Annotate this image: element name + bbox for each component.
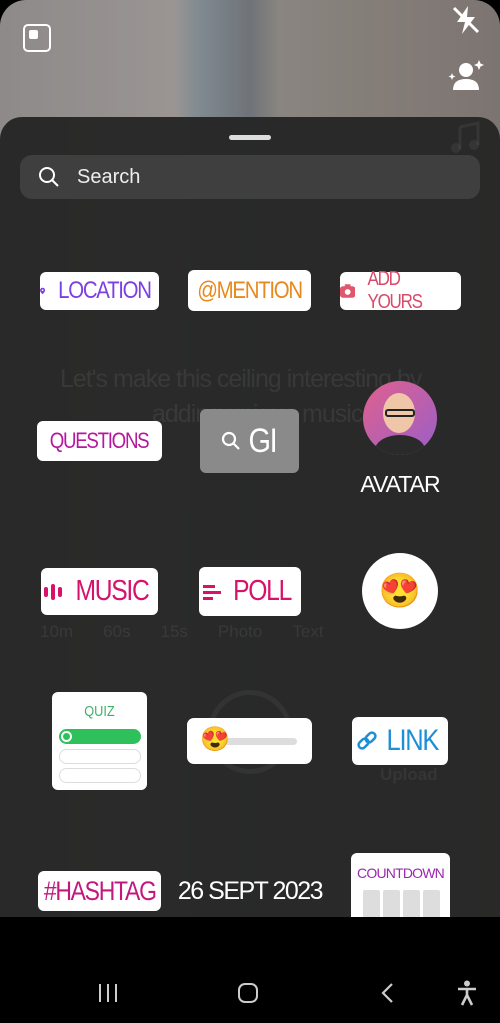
location-pin-icon <box>40 287 46 295</box>
countdown-sticker[interactable]: COUNTDOWN <box>351 853 450 917</box>
quiz-sticker[interactable]: QUIZ <box>52 692 147 790</box>
avatar-glasses <box>385 409 415 417</box>
system-nav-bar <box>0 917 500 1023</box>
location-sticker[interactable]: LOCATION <box>40 272 159 310</box>
questions-sticker[interactable]: QUESTIONS <box>37 421 162 461</box>
poll-lines-icon <box>203 584 222 600</box>
poll-label: POLL <box>233 575 293 607</box>
accessibility-icon[interactable] <box>456 980 478 1006</box>
link-icon <box>357 731 377 750</box>
sticker-tray: Let's make this ceiling interesting by a… <box>0 117 500 917</box>
home-icon[interactable] <box>238 983 258 1003</box>
search-input[interactable]: Search <box>20 155 480 199</box>
date-sticker[interactable]: 26 SEPT 2023 <box>170 877 330 906</box>
check-icon <box>61 731 72 742</box>
poll-sticker[interactable]: POLL <box>199 567 301 616</box>
gif-sticker[interactable]: GI <box>200 409 299 473</box>
mention-label: @MENTION <box>197 276 303 304</box>
mode: Text <box>292 622 324 641</box>
questions-label: QUESTIONS <box>50 428 150 453</box>
search-icon <box>39 167 59 187</box>
camera-icon <box>340 284 356 298</box>
music-bars-icon <box>44 583 63 600</box>
back-icon[interactable] <box>380 982 396 1004</box>
hashtag-sticker[interactable]: #HASHTAG <box>38 871 161 911</box>
gif-label: GI <box>248 421 277 460</box>
emoji-slider-sticker[interactable]: 😍 <box>187 718 312 764</box>
avatar-sticker[interactable] <box>363 381 437 455</box>
music-note-icon <box>451 121 480 153</box>
avatar-body <box>375 435 425 455</box>
background-modes: 10m 60s 15s Photo Text <box>40 622 324 642</box>
mode: Photo <box>217 622 263 641</box>
quiz-correct-option <box>59 729 141 744</box>
add-person-sparkle-icon[interactable] <box>448 58 484 94</box>
flash-off-icon[interactable] <box>450 4 482 36</box>
gallery-square-icon[interactable] <box>23 24 51 52</box>
mention-sticker[interactable]: @MENTION <box>188 270 311 311</box>
slider-emoji-handle: 😍 <box>200 726 230 753</box>
mode: 10m <box>40 622 74 641</box>
add-yours-label: ADD YOURS <box>367 268 423 313</box>
music-label: MUSIC <box>75 575 149 607</box>
link-label: LINK <box>386 724 440 757</box>
background-upload: Upload <box>380 765 438 784</box>
quiz-option <box>59 749 141 764</box>
avatar-label: AVATAR <box>360 471 440 497</box>
location-label: LOCATION <box>58 277 152 304</box>
search-icon <box>221 431 240 450</box>
countdown-digits <box>363 890 440 917</box>
search-placeholder: Search <box>77 165 141 188</box>
link-sticker[interactable]: LINK <box>352 717 448 765</box>
countdown-label: COUNTDOWN <box>357 865 445 881</box>
hashtag-label: #HASHTAG <box>43 875 157 906</box>
emoji-reaction-sticker[interactable]: 😍 <box>362 553 438 629</box>
quiz-label: QUIZ <box>84 703 115 720</box>
quiz-option <box>59 768 141 783</box>
drag-handle[interactable] <box>229 135 271 140</box>
add-yours-sticker[interactable]: ADD YOURS <box>340 268 461 313</box>
recents-icon[interactable] <box>97 982 119 1004</box>
music-sticker[interactable]: MUSIC <box>41 568 158 615</box>
background-caption: Let's make this ceiling interesting by <box>60 365 422 393</box>
mode: 60s <box>103 622 131 641</box>
heart-eyes-emoji: 😍 <box>378 572 422 610</box>
mode: 15s <box>160 622 188 641</box>
slider-track <box>225 738 297 745</box>
